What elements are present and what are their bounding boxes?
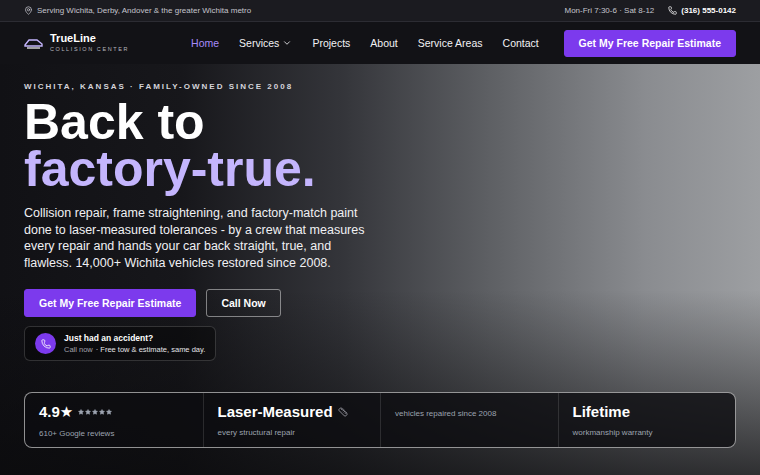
- star-icon: [99, 409, 105, 415]
- phone-icon: [41, 339, 51, 349]
- headline: Back tofactory-true.: [24, 99, 736, 193]
- stat-value: Laser-Measured: [218, 403, 333, 420]
- chevron-down-icon: [282, 38, 292, 48]
- callout-title: Just had an accident?: [64, 333, 205, 343]
- stat-label: 610+ Google reviews: [39, 429, 189, 438]
- call-button[interactable]: Call Now: [206, 289, 280, 317]
- callout-text: Call now· Free tow & estimate, same day.: [64, 345, 205, 354]
- nav-link[interactable]: Home: [191, 37, 219, 49]
- logo-icon: [24, 37, 43, 49]
- stat-value: 4.9★: [39, 403, 73, 421]
- map-pin-icon: [24, 6, 33, 15]
- stat-value: Lifetime: [573, 403, 631, 420]
- star-icon: [106, 409, 112, 415]
- nav-link[interactable]: Projects: [312, 37, 350, 49]
- service-area: Serving Wichita, Derby, Andover & the gr…: [24, 6, 251, 15]
- logo[interactable]: TrueLine COLLISION CENTER: [24, 33, 129, 53]
- stat: Lifetime workmanship warranty: [558, 393, 736, 447]
- hero-description: Collision repair, frame straightening, a…: [24, 205, 369, 271]
- logo-tagline: COLLISION CENTER: [50, 47, 129, 53]
- stat-label: workmanship warranty: [573, 428, 722, 437]
- nav-link[interactable]: Services: [239, 37, 292, 49]
- star-icon: [92, 409, 98, 415]
- star-icon: [85, 409, 91, 415]
- estimate-button[interactable]: Get My Free Repair Estimate: [24, 289, 196, 317]
- ruler-icon: [338, 407, 348, 417]
- estimate-button[interactable]: Get My Free Repair Estimate: [564, 30, 736, 57]
- star-icon: [78, 409, 84, 415]
- phone-icon: [668, 6, 677, 15]
- nav-links: Home Services Projects About Service Areas Co…: [191, 37, 539, 49]
- hero-actions: Get My Free Repair Estimate Call Now: [24, 289, 736, 317]
- stat: 4.9★ 610+ Google reviews: [25, 393, 203, 447]
- rating-stars: [78, 409, 112, 415]
- phone-link[interactable]: (316) 555-0142: [668, 6, 736, 15]
- top-bar: Serving Wichita, Derby, Andover & the gr…: [0, 0, 760, 22]
- nav-bar: TrueLine COLLISION CENTER Home Services Proj…: [0, 22, 760, 64]
- nav-link[interactable]: Service Areas: [418, 37, 483, 49]
- stat: Laser-Measured every structural repair: [203, 393, 381, 447]
- accident-callout[interactable]: Just had an accident? Call now· Free tow …: [24, 326, 216, 361]
- nav-link[interactable]: Contact: [503, 37, 539, 49]
- headline-line: Back to: [24, 99, 736, 146]
- headline-line: factory-true.: [24, 146, 736, 193]
- hero: WICHITA, KANSAS · FAMILY-OWNED SINCE 200…: [0, 64, 760, 475]
- nav-link[interactable]: About: [370, 37, 397, 49]
- phone-badge: [35, 333, 56, 354]
- stat-label: vehicles repaired since 2008: [395, 409, 544, 418]
- page: Serving Wichita, Derby, Andover & the gr…: [0, 0, 760, 475]
- hours: Mon-Fri 7:30-6 · Sat 8-12: [564, 6, 654, 15]
- logo-name: TrueLine: [50, 33, 129, 44]
- stat: vehicles repaired since 2008: [380, 393, 558, 447]
- eyebrow: WICHITA, KANSAS · FAMILY-OWNED SINCE 200…: [24, 82, 736, 91]
- stats-bar: 4.9★ 610+ Google reviews Laser-Measured eve…: [24, 392, 736, 448]
- stat-label: every structural repair: [218, 428, 367, 437]
